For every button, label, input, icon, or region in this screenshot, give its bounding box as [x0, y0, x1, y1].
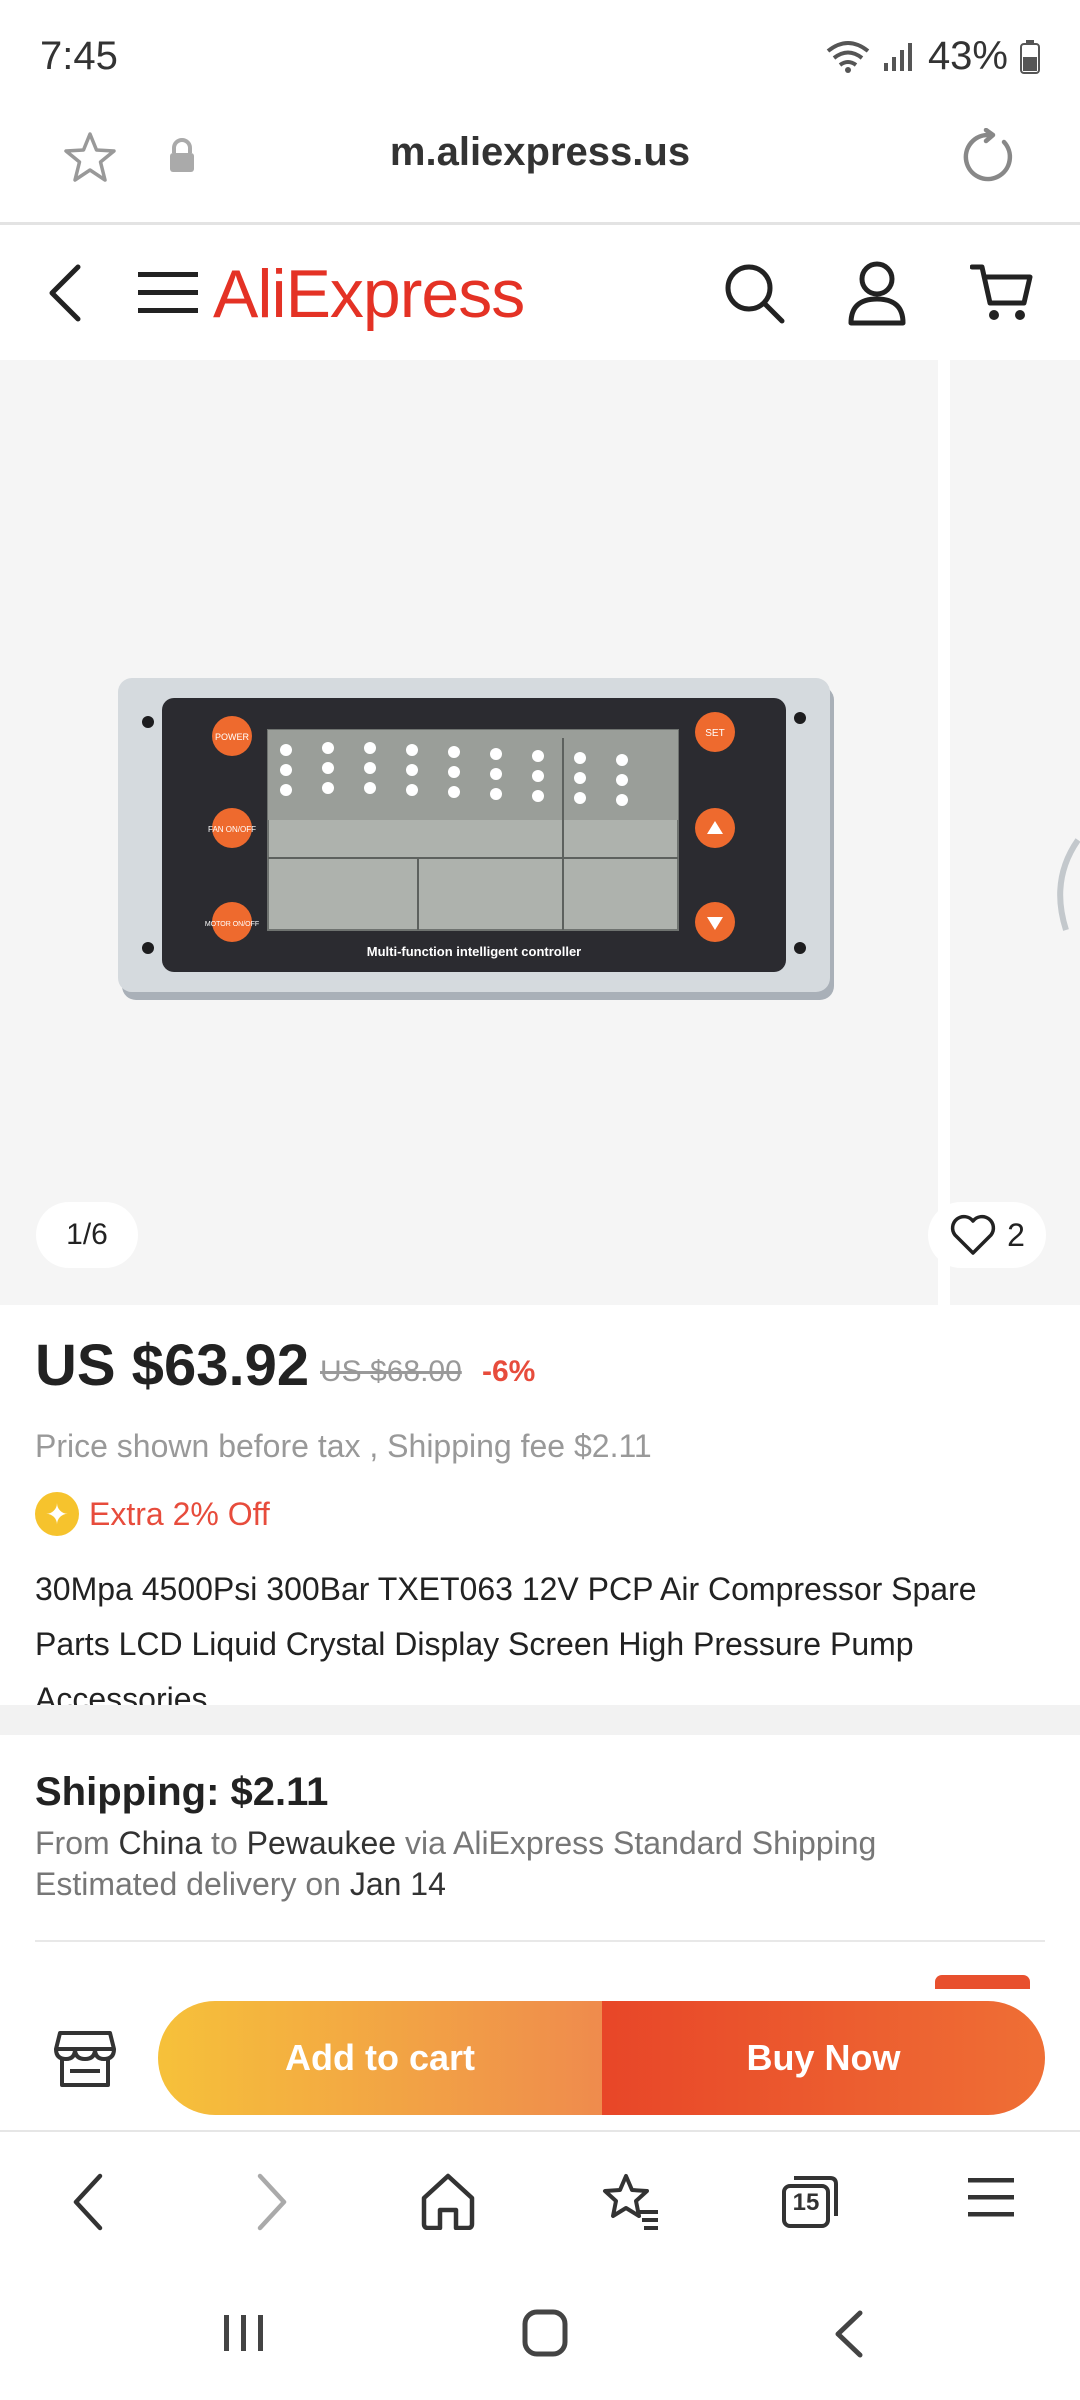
heart-icon[interactable] — [949, 1213, 997, 1257]
system-back-icon[interactable] — [832, 2309, 866, 2359]
product-image[interactable]: POWER FAN ON/OFF MOTOR ON/OFF SET Multi-… — [118, 678, 838, 1008]
original-price: US $68.00 — [320, 1355, 462, 1388]
tax-shipping-note: Price shown before tax , Shipping fee $2… — [35, 1428, 652, 1464]
store-icon[interactable] — [52, 2025, 118, 2091]
back-arrow-icon[interactable] — [46, 263, 86, 323]
extra-discount[interactable]: ✦ Extra 2% Off — [35, 1492, 270, 1536]
shipping-heading[interactable]: Shipping: $2.11 — [35, 1770, 328, 1815]
wishlist-button[interactable]: 2 — [928, 1202, 1046, 1268]
image-counter: 1/6 — [36, 1202, 138, 1268]
sparkle-icon: ✦ — [35, 1492, 79, 1536]
browser-url-bar: m.aliexpress.us — [0, 110, 1080, 225]
product-image-label-motor: MOTOR ON/OFF — [205, 921, 259, 928]
shipping-to-label: to — [211, 1825, 238, 1861]
status-time: 7:45 — [40, 34, 118, 78]
delivery-label: Estimated delivery on — [35, 1866, 341, 1902]
reload-icon[interactable] — [960, 128, 1018, 186]
browser-toolbar: 15 — [0, 2130, 1080, 2267]
discount-badge: -6% — [482, 1355, 536, 1388]
product-image-label-power: POWER — [215, 732, 250, 742]
battery-percent: 43% — [927, 34, 1008, 78]
url-text[interactable]: m.aliexpress.us — [0, 130, 1080, 175]
tab-count: 15 — [792, 2189, 820, 2216]
recent-apps-icon[interactable] — [222, 2313, 266, 2353]
status-right: 43% — [826, 34, 1040, 79]
shipping-destination[interactable]: Pewaukee — [247, 1825, 396, 1861]
cart-icon[interactable] — [970, 261, 1034, 325]
browser-forward-icon[interactable] — [252, 2172, 292, 2232]
home-icon[interactable] — [420, 2172, 476, 2230]
current-price: US $63.92 — [35, 1333, 310, 1398]
delivery-date: Jan 14 — [349, 1866, 446, 1902]
bookmarks-icon[interactable] — [600, 2172, 662, 2232]
product-image-label-set: SET — [705, 728, 724, 739]
gallery-slide-divider — [938, 360, 950, 1305]
add-to-cart-button[interactable]: Add to cart — [158, 2001, 602, 2115]
partial-badge — [935, 1975, 1030, 1989]
account-icon[interactable] — [846, 259, 908, 327]
browser-back-icon[interactable] — [68, 2172, 108, 2232]
product-image-gallery[interactable]: POWER FAN ON/OFF MOTOR ON/OFF SET Multi-… — [0, 360, 1080, 1305]
product-image-label-fan: FAN ON/OFF — [208, 825, 256, 834]
search-icon[interactable] — [722, 261, 786, 325]
shipping-method: via AliExpress Standard Shipping — [404, 1825, 877, 1861]
product-title: 30Mpa 4500Psi 300Bar TXET063 12V PCP Air… — [35, 1571, 977, 1717]
delivery-estimate: Estimated delivery on Jan 14 — [35, 1866, 446, 1903]
status-bar: 7:45 43% — [0, 0, 1080, 110]
shipping-from-label: From — [35, 1825, 110, 1861]
shipping-origin: China — [118, 1825, 203, 1861]
wifi-icon — [826, 40, 870, 73]
tabs-button[interactable]: 15 — [780, 2172, 840, 2230]
signal-icon — [883, 42, 912, 71]
divider-line — [35, 1940, 1045, 1942]
menu-hamburger-icon[interactable] — [138, 268, 198, 318]
site-header: AliExpress — [0, 225, 1080, 360]
system-home-icon[interactable] — [522, 2309, 568, 2357]
wishlist-count: 2 — [1007, 1216, 1025, 1253]
buy-now-button[interactable]: Buy Now — [602, 2001, 1045, 2115]
product-image-caption: Multi-function intelligent controller — [367, 944, 581, 959]
aliexpress-logo[interactable]: AliExpress — [213, 255, 525, 333]
next-image-peek[interactable] — [1050, 830, 1080, 940]
shipping-route: From China to Pewaukee via AliExpress St… — [35, 1825, 876, 1862]
browser-menu-icon[interactable] — [968, 2172, 1014, 2222]
battery-icon — [1020, 39, 1040, 74]
section-separator — [0, 1705, 1080, 1735]
system-navigation-bar — [0, 2265, 1080, 2400]
extra-discount-text: Extra 2% Off — [89, 1495, 270, 1532]
